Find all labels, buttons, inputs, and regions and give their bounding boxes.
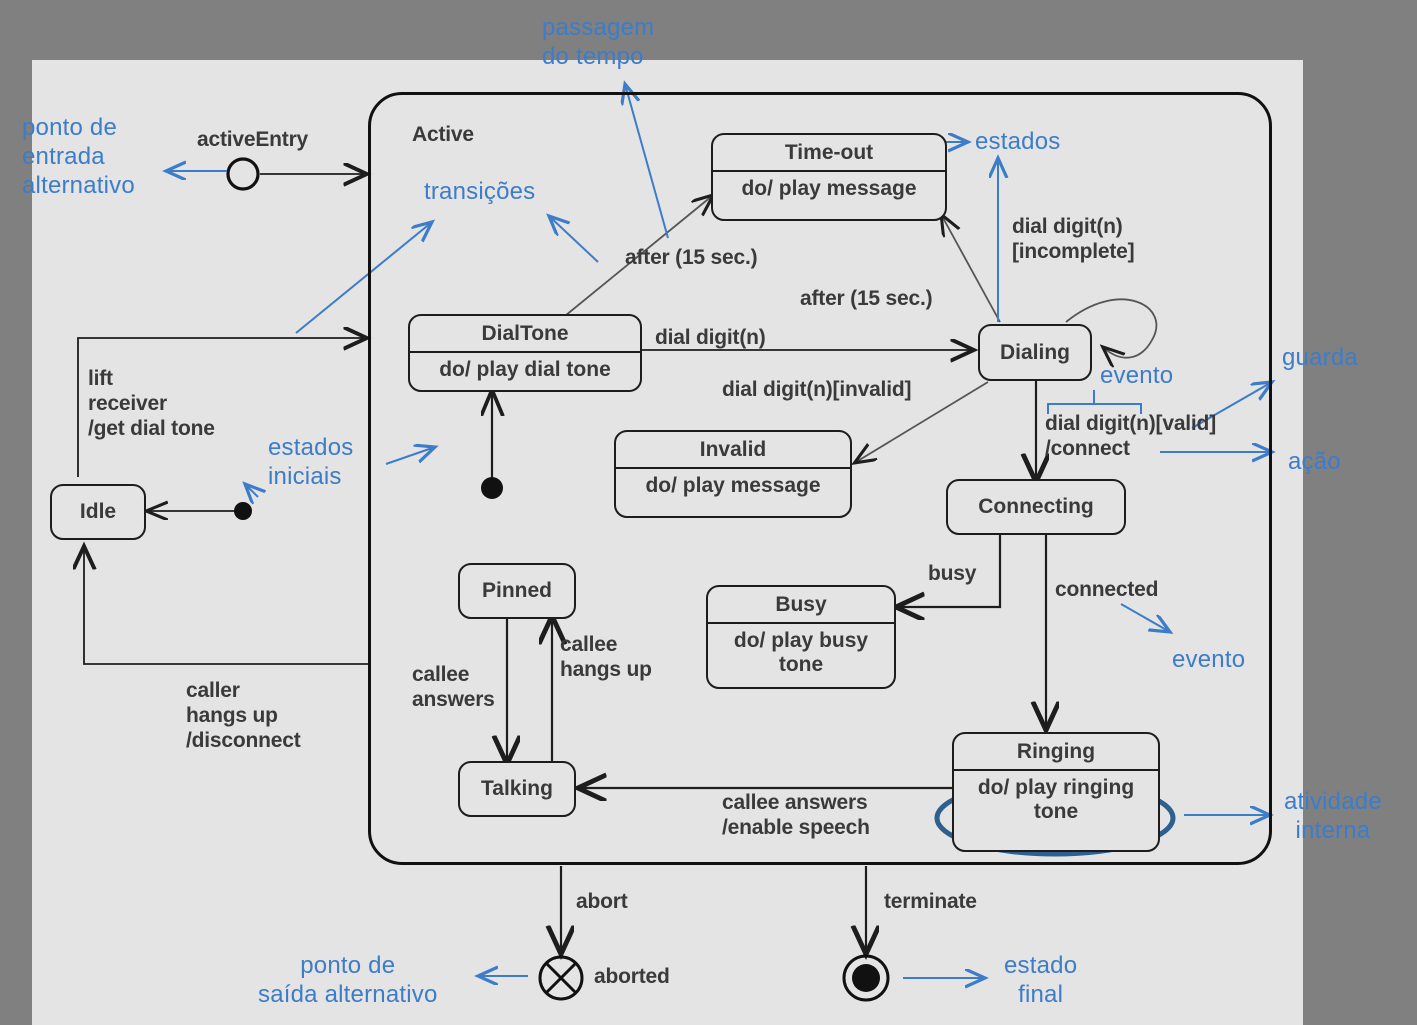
state-timeout[interactable]: Time-out do/ play message bbox=[711, 133, 947, 221]
annotation-event-lower: evento bbox=[1172, 646, 1246, 673]
transition-lift-receiver-label: lift receiver /get dial tone bbox=[88, 367, 215, 440]
annotation-event-right: evento bbox=[1100, 362, 1174, 389]
state-connecting-name: Connecting bbox=[978, 495, 1094, 518]
state-pinned-name: Pinned bbox=[481, 579, 552, 602]
transition-busy-label: busy bbox=[928, 562, 977, 585]
annotation-transitions: transições bbox=[424, 178, 536, 205]
state-timeout-activity: do/ play message bbox=[741, 177, 917, 200]
transition-caller-hangs-up-label: caller hangs up /disconnect bbox=[186, 679, 301, 752]
state-dialtone[interactable]: DialTone do/ play dial tone bbox=[408, 314, 642, 392]
transition-callee-answers-label: callee answers bbox=[412, 663, 495, 711]
state-busy-activity: do/ play busy tone bbox=[733, 629, 869, 676]
state-ringing-name: Ringing bbox=[1016, 740, 1096, 763]
transition-dial-digit-label: dial digit(n) bbox=[655, 326, 766, 349]
state-busy[interactable]: Busy do/ play busy tone bbox=[706, 585, 896, 689]
state-ringing-activity: do/ play ringing tone bbox=[977, 776, 1135, 823]
state-dialtone-name: DialTone bbox=[481, 322, 569, 345]
transition-callee-answers-speech-label: callee answers /enable speech bbox=[722, 791, 870, 839]
state-timeout-name: Time-out bbox=[784, 141, 874, 164]
transition-dial-digit-invalid-label: dial digit(n)[invalid] bbox=[722, 378, 912, 401]
transition-abort-label: abort bbox=[576, 890, 628, 913]
annotation-exit-point: ponto de saída alternativo bbox=[258, 952, 438, 1008]
state-idle-name: Idle bbox=[79, 500, 117, 523]
state-invalid-name: Invalid bbox=[699, 438, 767, 461]
annotation-states: estados bbox=[975, 128, 1061, 155]
annotation-internal-activity: atividade interna bbox=[1284, 788, 1382, 844]
annotation-guard: guarda bbox=[1282, 344, 1358, 371]
transition-after-15-b-label: after (15 sec.) bbox=[800, 287, 933, 310]
pseudostate-active-entry-label: activeEntry bbox=[197, 128, 309, 151]
state-invalid[interactable]: Invalid do/ play message bbox=[614, 430, 852, 518]
state-idle[interactable]: Idle bbox=[50, 484, 146, 540]
state-connecting[interactable]: Connecting bbox=[946, 479, 1126, 535]
annotation-time-passage: passagem do tempo bbox=[542, 14, 655, 70]
annotation-initial-states: estados iniciais bbox=[268, 434, 354, 490]
state-busy-name: Busy bbox=[775, 593, 827, 616]
state-talking[interactable]: Talking bbox=[458, 761, 576, 817]
annotation-action: ação bbox=[1288, 448, 1341, 475]
transition-terminate-label: terminate bbox=[884, 890, 977, 913]
transition-dial-digit-incomplete-label: dial digit(n) [incomplete] bbox=[1012, 215, 1135, 263]
state-ringing[interactable]: Ringing do/ play ringing tone bbox=[952, 732, 1160, 852]
transition-after-15-a-label: after (15 sec.) bbox=[625, 246, 758, 269]
state-pinned[interactable]: Pinned bbox=[458, 563, 576, 619]
annotation-entry-point: ponto de entrada alternativo bbox=[22, 114, 135, 199]
state-dialtone-activity: do/ play dial tone bbox=[439, 358, 611, 381]
transition-dial-digit-valid-label: dial digit(n)[valid] /connect bbox=[1045, 412, 1216, 460]
state-dialing[interactable]: Dialing bbox=[978, 324, 1092, 381]
transition-callee-hangs-up-label: callee hangs up bbox=[560, 633, 652, 681]
composite-state-active-label: Active bbox=[412, 123, 474, 146]
diagram-canvas: Active Idle DialTone do/ play dial tone … bbox=[0, 0, 1417, 1025]
transition-connected-label: connected bbox=[1055, 578, 1159, 601]
annotation-final-state: estado final bbox=[1004, 952, 1078, 1008]
state-invalid-activity: do/ play message bbox=[645, 474, 821, 497]
state-talking-name: Talking bbox=[481, 777, 553, 800]
pseudostate-aborted-label: aborted bbox=[594, 965, 670, 988]
state-dialing-name: Dialing bbox=[999, 340, 1070, 364]
